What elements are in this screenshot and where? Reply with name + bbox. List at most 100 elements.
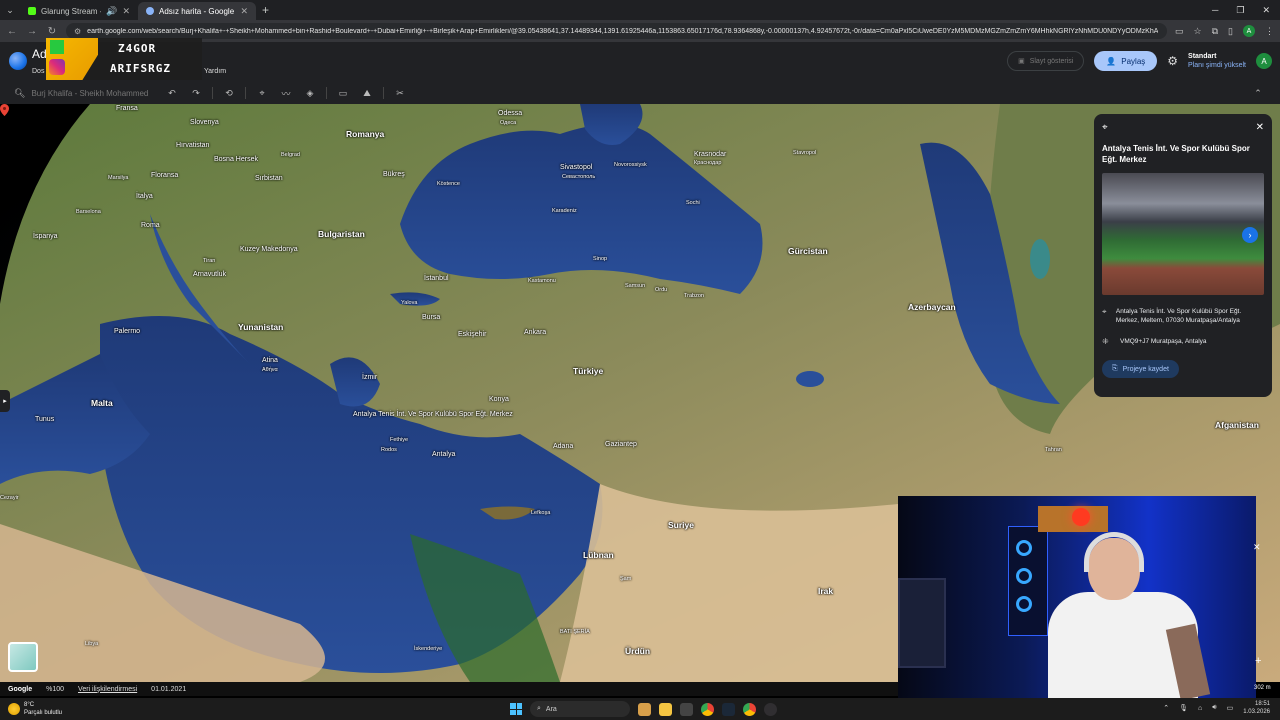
- weather-widget[interactable]: 8°C Parçalı bulutlu: [0, 701, 300, 717]
- draw-shape-icon[interactable]: ◈: [302, 88, 318, 99]
- earth-favicon-icon: [146, 7, 154, 15]
- close-tab-icon[interactable]: ✕: [122, 6, 130, 17]
- map-label: Ürdün: [625, 646, 651, 656]
- toolbar-divider: [212, 87, 213, 99]
- profile-avatar[interactable]: A: [1243, 25, 1255, 37]
- data-attribution-link[interactable]: Veri ilişkilendirmesi: [78, 686, 137, 693]
- map-label: Konya: [489, 396, 509, 403]
- chrome-icon[interactable]: [701, 702, 714, 716]
- map-label: Tunus: [35, 416, 55, 423]
- close-window-icon[interactable]: ✕: [1262, 5, 1270, 16]
- share-button[interactable]: 👤 Paylaş: [1094, 51, 1158, 71]
- zoom-in-icon[interactable]: +: [1255, 655, 1261, 667]
- stream-overlay-badge: Z4GOR ARIFSRGZ: [46, 38, 202, 80]
- file-explorer-icon[interactable]: [659, 702, 672, 716]
- minimize-icon[interactable]: ─: [1212, 5, 1218, 16]
- expand-sidebar-icon[interactable]: ▸: [0, 390, 10, 412]
- settings-gear-icon[interactable]: ⚙: [1167, 54, 1178, 68]
- back-icon[interactable]: ←: [6, 26, 18, 37]
- plan-upgrade-link[interactable]: Planı şimdi yükselt: [1188, 61, 1246, 70]
- cast-icon[interactable]: ▭: [1175, 26, 1184, 37]
- tab-search-icon[interactable]: ⌄: [0, 5, 20, 16]
- chrome-profile-icon[interactable]: [743, 702, 756, 716]
- draw-line-icon[interactable]: 〰: [278, 87, 294, 100]
- history-icon[interactable]: ⟲: [221, 88, 237, 99]
- plan-info[interactable]: Standart Planı şimdi yükselt: [1188, 52, 1246, 70]
- tab-google-earth[interactable]: Adsız harita - Google Earth ✕: [138, 2, 256, 20]
- add-placemark-icon[interactable]: ⌖: [254, 88, 270, 99]
- location-pin-icon[interactable]: [0, 104, 9, 116]
- system-tray: ⌃ 🎙︎ ⌂ 🔊︎ ▭ 18:51 1.03.2026: [1163, 700, 1270, 716]
- next-photo-icon[interactable]: ›: [1242, 227, 1258, 243]
- microphone-icon[interactable]: 🎙︎: [1179, 704, 1188, 712]
- collapse-toolbar-icon[interactable]: ⌃: [1250, 88, 1266, 99]
- tray-overflow-icon[interactable]: ⌃: [1163, 704, 1169, 712]
- plan-name: Standart: [1188, 53, 1217, 60]
- bookmark-star-icon[interactable]: ☆: [1194, 26, 1202, 37]
- save-to-project-button[interactable]: ⎘ Projeye kaydet: [1102, 360, 1179, 378]
- maximize-icon[interactable]: ❐: [1236, 5, 1244, 16]
- place-photo[interactable]: ›: [1102, 173, 1264, 295]
- audio-icon[interactable]: 🔊: [106, 6, 117, 17]
- task-view-icon[interactable]: [680, 702, 693, 716]
- map-label: BATI ŞERİA: [560, 629, 590, 635]
- map-label: Stavropol: [793, 150, 817, 156]
- overlay-handle-instagram: ARIFSRGZ: [110, 62, 171, 75]
- capture-icon[interactable]: ⛰: [359, 88, 375, 99]
- site-info-icon[interactable]: ⚙: [74, 27, 81, 36]
- close-tab-icon[interactable]: ✕: [240, 6, 248, 17]
- battery-icon[interactable]: ▭: [1227, 704, 1234, 712]
- map-label: Kastamonu: [528, 278, 556, 284]
- map-label: Ordu: [655, 287, 668, 293]
- google-earth-logo-icon[interactable]: [9, 52, 27, 70]
- network-icon[interactable]: ⌂: [1198, 705, 1202, 712]
- save-to-project-label: Projeye kaydet: [1122, 365, 1169, 373]
- volume-icon[interactable]: 🔊︎: [1212, 704, 1216, 712]
- map-label: Trabzon: [684, 293, 704, 299]
- widgets-icon[interactable]: [638, 702, 651, 716]
- map-label: Fransa: [116, 105, 138, 112]
- reload-icon[interactable]: ↻: [46, 26, 58, 37]
- obs-icon[interactable]: [764, 702, 777, 716]
- redo-icon[interactable]: ↷: [188, 88, 204, 99]
- menu-help[interactable]: Yardım: [204, 68, 226, 75]
- map-label: Slovenya: [190, 119, 219, 126]
- map-label: Palermo: [114, 328, 141, 335]
- overlay-handle-kick: Z4GOR: [118, 42, 157, 55]
- measure-ruler-icon[interactable]: ▭: [335, 88, 351, 99]
- map-style-button[interactable]: [8, 642, 38, 672]
- screen: ⌄ Glarung Stream - Watch Li 🔊 ✕ Adsız ha…: [0, 0, 1280, 720]
- browser-menu-icon[interactable]: ⋮: [1265, 26, 1274, 37]
- undo-icon[interactable]: ↶: [164, 88, 180, 99]
- tab-glarung-stream[interactable]: Glarung Stream - Watch Li 🔊 ✕: [20, 2, 138, 20]
- map-label: Belgrad: [281, 152, 300, 158]
- map-label: Atina: [262, 357, 278, 364]
- url-field[interactable]: ⚙ earth.google.com/web/search/Burj+Khali…: [66, 23, 1168, 39]
- header-actions: ▣ Slayt gösterisi 👤 Paylaş ⚙ Standart Pl…: [1007, 51, 1272, 71]
- close-overlay-icon[interactable]: ✕: [1253, 542, 1261, 553]
- extensions-icon[interactable]: ⧉: [1212, 26, 1218, 37]
- taskbar-apps: ⌕ Ara: [510, 701, 777, 717]
- webcam-fan: [1016, 596, 1032, 612]
- taskbar-search[interactable]: ⌕ Ara: [530, 701, 630, 717]
- project-title[interactable]: Ad: [32, 47, 47, 61]
- webcam-fan: [1016, 540, 1032, 556]
- menu-file[interactable]: Dos: [32, 68, 44, 75]
- tools-icon[interactable]: ✂: [392, 88, 408, 99]
- account-avatar[interactable]: A: [1256, 53, 1272, 69]
- windows-taskbar: 8°C Parçalı bulutlu ⌕ Ara ⌃ 🎙︎ ⌂ 🔊︎ ▭ 18…: [0, 698, 1280, 720]
- map-label: Roma: [141, 222, 160, 229]
- steam-icon[interactable]: [722, 702, 735, 716]
- search-box[interactable]: 🔍︎: [14, 88, 156, 99]
- search-input[interactable]: [31, 88, 152, 98]
- windows-start-icon[interactable]: [510, 703, 522, 715]
- sidebar-icon[interactable]: ▯: [1228, 26, 1233, 37]
- forward-icon[interactable]: →: [26, 26, 38, 37]
- zoom-level[interactable]: %100: [46, 686, 64, 693]
- new-tab-button[interactable]: +: [262, 3, 269, 17]
- close-panel-icon[interactable]: ✕: [1256, 122, 1264, 133]
- map-status-bar: Google %100 Veri ilişkilendirmesi 01.01.…: [0, 682, 898, 696]
- place-pin-icon: ⌖: [1102, 122, 1108, 133]
- clock[interactable]: 18:51 1.03.2026: [1243, 700, 1270, 716]
- slideshow-button[interactable]: ▣ Slayt gösterisi: [1007, 51, 1085, 71]
